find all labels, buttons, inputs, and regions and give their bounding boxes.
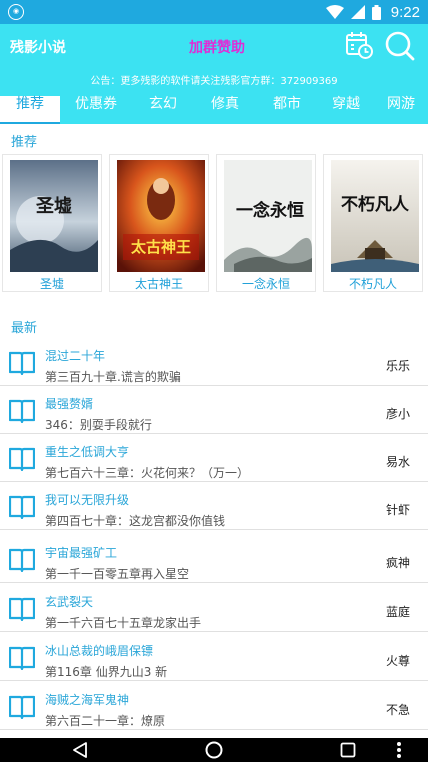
author: 易水: [385, 455, 410, 469]
author: 蓝庭: [385, 605, 410, 619]
author: 乐乐: [385, 359, 410, 373]
tab-xiuzhen[interactable]: 修真: [194, 96, 256, 124]
svg-text:一念永恒: 一念永恒: [236, 200, 304, 221]
latest-chapter: 第七百六十三章：火花何来？（万一）: [45, 466, 250, 480]
list-item[interactable]: 最强赘婿 346：别耍手段就行 彦小: [0, 386, 428, 434]
section-title-recommend: 推荐: [11, 135, 38, 150]
latest-chapter: 第116章 仙界九山3 新: [45, 665, 168, 679]
book-cover: 不朽凡人: [331, 160, 419, 272]
search-button[interactable]: [384, 30, 416, 62]
wifi-icon: [325, 5, 344, 19]
tab-coupons[interactable]: 优惠券: [60, 96, 132, 124]
search-icon: [385, 31, 415, 61]
category-tabs: 推荐 优惠券 玄幻 修真 都市 穿越 网游: [0, 96, 428, 124]
book-title: 圣墟: [39, 277, 64, 291]
notification-icon: ◉: [8, 4, 24, 20]
svg-text:不朽凡人: 不朽凡人: [341, 195, 410, 215]
book-cover: 一念永恒: [224, 160, 312, 272]
open-book-icon: [9, 646, 35, 670]
signal-icon: [350, 5, 365, 19]
open-book-icon: [9, 548, 35, 572]
book-name: 冰山总裁的峨眉保镖: [45, 644, 154, 658]
latest-chapter: 第三百九十章.谎言的欺骗: [45, 370, 181, 384]
tab-recommend[interactable]: 推荐: [0, 96, 60, 124]
latest-chapter: 第六百二十一章：燎原: [45, 714, 166, 728]
open-book-icon: [9, 447, 35, 471]
book-name: 最强赘婿: [45, 397, 94, 411]
tab-urban[interactable]: 都市: [256, 96, 318, 124]
open-book-icon: [9, 695, 35, 719]
book-card-taigu-shenwang[interactable]: 太古神王 太古神王: [109, 154, 209, 292]
book-card-buxiu-fanren[interactable]: 不朽凡人 不朽凡人: [323, 154, 423, 292]
battery-icon: [371, 4, 381, 20]
clock: 9:22: [390, 3, 420, 21]
system-icons: 9:22: [325, 3, 420, 21]
list-item[interactable]: 海贼之海军鬼神 第六百二十一章：燎原 不急: [0, 682, 428, 730]
system-navigation-bar: [0, 738, 428, 762]
book-cover: 太古神王: [117, 160, 205, 272]
author: 彦小: [385, 407, 410, 421]
author: 疯神: [385, 556, 410, 570]
book-card-shengxu[interactable]: 圣墟 圣墟: [2, 154, 102, 292]
book-title: 不朽凡人: [348, 277, 397, 291]
tab-fantasy[interactable]: 玄幻: [132, 96, 194, 124]
back-icon[interactable]: [72, 742, 88, 758]
list-item[interactable]: 冰山总裁的峨眉保镖 第116章 仙界九山3 新 火尊: [0, 633, 428, 681]
list-item[interactable]: 玄武裂天 第一千六百七十五章龙家出手 蓝庭: [0, 584, 428, 632]
book-title: 一念永恒: [241, 277, 290, 291]
list-item[interactable]: 重生之低调大亨 第七百六十三章：火花何来？（万一） 易水: [0, 434, 428, 482]
list-item[interactable]: 宇宙最强矿工 第一千一百零五章再入星空 疯神: [0, 535, 428, 583]
book-card-yinian-yongheng[interactable]: 一念永恒 一念永恒: [216, 154, 316, 292]
home-icon[interactable]: [205, 741, 223, 759]
latest-chapter: 第四百七十章：这龙宫都没你值钱: [45, 514, 226, 528]
latest-chapter: 第一千六百七十五章龙家出手: [45, 616, 202, 630]
open-book-icon: [9, 351, 35, 375]
app-title: 残影小说: [10, 40, 66, 56]
book-name: 海贼之海军鬼神: [45, 693, 130, 707]
calendar-clock-button[interactable]: [344, 30, 374, 60]
more-icon[interactable]: [396, 741, 402, 759]
book-name: 混过二十年: [45, 349, 106, 363]
svg-text:圣墟: 圣墟: [35, 196, 72, 217]
list-item[interactable]: 我可以无限升级 第四百七十章：这龙宫都没你值钱 针虾: [0, 482, 428, 530]
author: 不急: [385, 703, 410, 717]
svg-text:太古神王: 太古神王: [131, 238, 191, 256]
author: 火尊: [385, 654, 410, 668]
latest-chapter: 第一千一百零五章再入星空: [45, 567, 190, 581]
book-name: 宇宙最强矿工: [45, 546, 118, 560]
announcement: 公告：更多残影的软件请关注残影官方群：372909369: [90, 76, 338, 87]
section-title-latest: 最新: [11, 321, 38, 336]
list-item[interactable]: 混过二十年 第三百九十章.谎言的欺骗 乐乐: [0, 338, 428, 386]
status-bar: ◉ 9:22: [0, 0, 428, 24]
join-sponsor-button[interactable]: 加群赞助: [189, 37, 245, 57]
author: 针虾: [385, 503, 410, 517]
open-book-icon: [9, 495, 35, 519]
app-header: 残影小说 加群赞助 公告：更多残影的软件请关注残影官方群：372909369: [0, 24, 428, 96]
book-title: 太古神王: [134, 277, 183, 291]
tab-online-games[interactable]: 网游: [374, 96, 428, 124]
book-name: 玄武裂天: [45, 595, 94, 609]
recents-icon[interactable]: [340, 742, 356, 758]
calendar-clock-icon: [346, 32, 373, 59]
book-name: 我可以无限升级: [45, 493, 130, 507]
tab-time-travel[interactable]: 穿越: [318, 96, 374, 124]
latest-chapter: 346：别耍手段就行: [45, 418, 152, 432]
open-book-icon: [9, 399, 35, 423]
open-book-icon: [9, 597, 35, 621]
book-cover: 圣墟: [10, 160, 98, 272]
book-name: 重生之低调大亨: [45, 445, 130, 459]
